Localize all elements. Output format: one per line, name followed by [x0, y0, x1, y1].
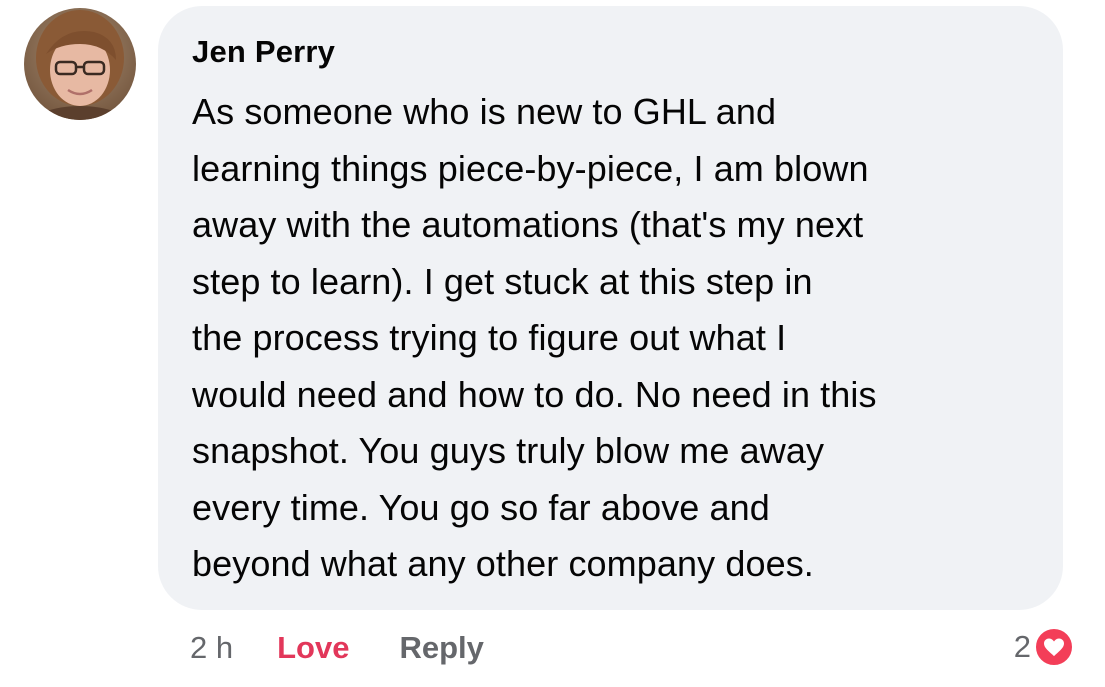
- avatar-photo: [24, 8, 136, 120]
- heart-icon: [1033, 626, 1075, 668]
- comment-timestamp[interactable]: 2 h: [190, 630, 233, 666]
- comment-text-line: snapshot. You guys truly blow me away: [192, 430, 825, 471]
- reaction-summary[interactable]: 2: [1014, 624, 1075, 670]
- comment-author[interactable]: Jen Perry: [192, 34, 335, 70]
- reply-button[interactable]: Reply: [399, 630, 483, 666]
- comment-text-line: As someone who is new to GHL and: [192, 91, 777, 132]
- love-button[interactable]: Love: [277, 630, 349, 666]
- comment-text-line: would need and how to do. No need in thi…: [192, 373, 877, 415]
- comment-text-line: learning things piece-by-piece, I am blo…: [192, 147, 869, 189]
- comment-text-line: away with the automations (that's my nex…: [192, 204, 864, 245]
- avatar[interactable]: [24, 8, 136, 120]
- comment-text-line: beyond what any other company does.: [192, 543, 814, 584]
- comment-text-line: step to learn). I get stuck at this step…: [192, 260, 813, 302]
- comment-text: As someone who is new to GHL and learnin…: [192, 84, 1052, 593]
- comment-text-line: the process trying to figure out what I: [192, 317, 787, 358]
- comment-text-line: every time. You go so far above and: [192, 486, 770, 528]
- comment-actions: 2 h Love Reply: [190, 626, 484, 670]
- comment-bubble: Jen Perry As someone who is new to GHL a…: [158, 6, 1063, 610]
- reaction-count: 2: [1013, 629, 1031, 664]
- comment-container: Jen Perry As someone who is new to GHL a…: [0, 0, 1105, 687]
